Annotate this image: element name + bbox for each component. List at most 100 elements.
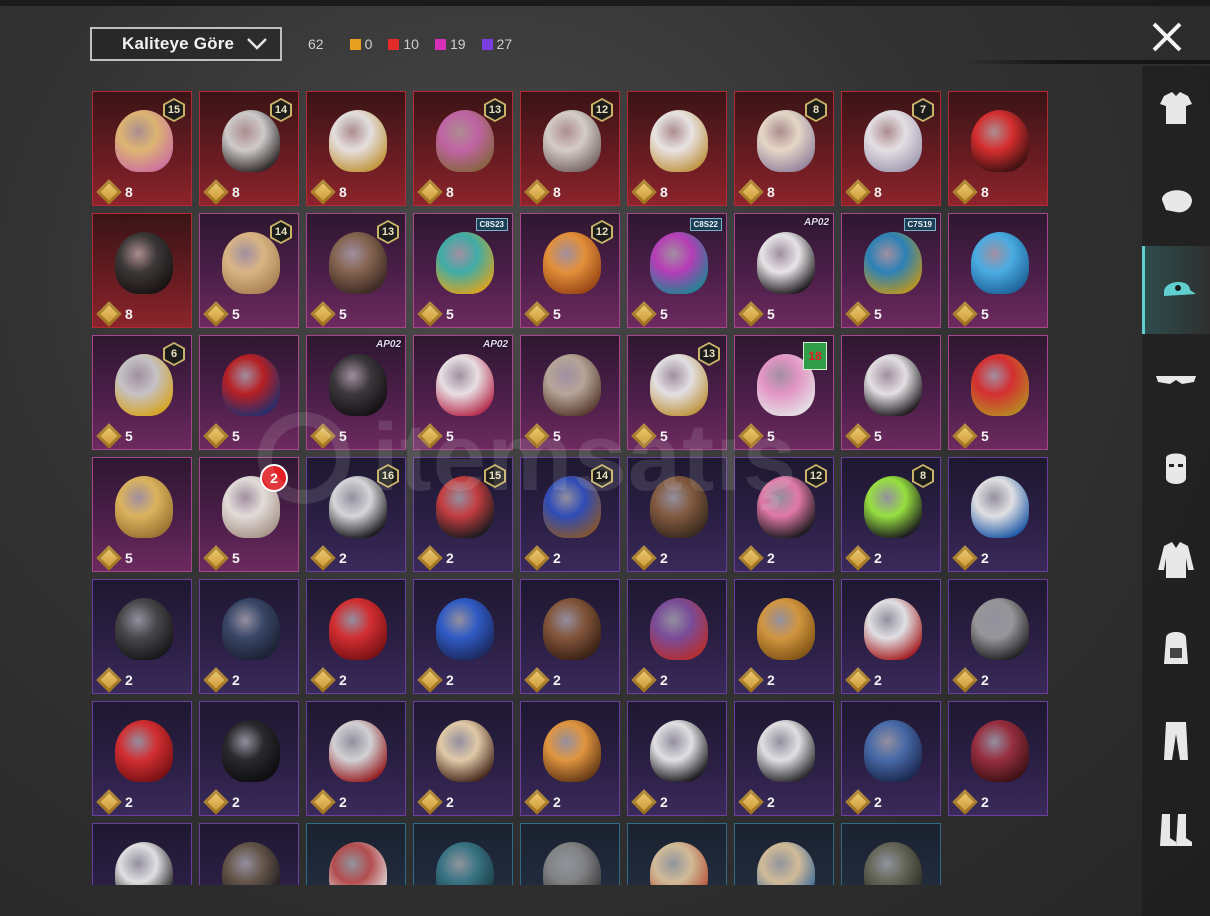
item-value-number: 8 (981, 184, 989, 200)
item-value: 2 (631, 789, 668, 815)
inventory-item[interactable] (413, 823, 513, 885)
inventory-item[interactable]: 14 5 (199, 213, 299, 328)
inventory-item[interactable] (627, 823, 727, 885)
inventory-item[interactable]: 8 (627, 91, 727, 206)
inventory-item[interactable] (92, 823, 192, 885)
inventory-item[interactable]: 5 (948, 213, 1048, 328)
item-value-number: 5 (232, 306, 240, 322)
inventory-item[interactable]: 18 5 (734, 335, 834, 450)
inventory-item[interactable]: 2 (199, 579, 299, 694)
item-value-number: 2 (339, 794, 347, 810)
inventory-item[interactable]: 5 (92, 457, 192, 572)
inventory-item[interactable]: 2 (948, 457, 1048, 572)
inventory-item[interactable]: 5 (948, 335, 1048, 450)
inventory-item[interactable]: 15 8 (92, 91, 192, 206)
item-value-number: 5 (125, 550, 133, 566)
inventory-item[interactable]: C7S19 5 (841, 213, 941, 328)
inventory-item[interactable]: 2 (306, 701, 406, 816)
inventory-item[interactable]: 14 8 (199, 91, 299, 206)
inventory-item[interactable]: 2 (841, 579, 941, 694)
sidebar-tab-mask[interactable] (1142, 426, 1210, 514)
bp-coin-icon (524, 667, 550, 693)
inventory-item[interactable]: 2 (413, 579, 513, 694)
inventory-item[interactable]: 88 (734, 91, 834, 206)
inventory-item[interactable]: 2 (92, 579, 192, 694)
inventory-item[interactable] (520, 823, 620, 885)
inventory-item[interactable]: 82 (841, 457, 941, 572)
sidebar-tab-cap[interactable] (1142, 246, 1210, 334)
sidebar-tab-boots[interactable] (1142, 786, 1210, 874)
wrestler-mask-icon (971, 598, 1029, 660)
inventory-item[interactable]: AP02 5 (734, 213, 834, 328)
inventory-item[interactable]: 15 2 (413, 457, 513, 572)
inventory-grid: 15 8 14 8 8 13 8 12 8 8 8 8 7 8 8 8 14 5 13 5 C8S23 5 12 5 C8S22… (92, 91, 1052, 885)
flower-hair-icon (222, 232, 280, 294)
inventory-item[interactable]: 2 (734, 701, 834, 816)
inventory-item[interactable] (306, 823, 406, 885)
inventory-item[interactable]: 5 (841, 335, 941, 450)
inventory-item[interactable]: 12 5 (520, 213, 620, 328)
inventory-item[interactable]: 2 (841, 701, 941, 816)
sidebar-tab-glasses[interactable] (1142, 336, 1210, 424)
item-value: 2 (524, 545, 561, 571)
inventory-item[interactable]: 5 (520, 335, 620, 450)
bp-coin-icon (417, 179, 443, 205)
inventory-item[interactable]: 16 2 (306, 457, 406, 572)
sort-dropdown[interactable]: Kaliteye Göre (90, 27, 282, 61)
inventory-item[interactable]: 2 (734, 579, 834, 694)
level-badge: 15 (484, 464, 506, 488)
item-value: 2 (524, 789, 561, 815)
item-value-number: 5 (553, 428, 561, 444)
item-value-number: 2 (981, 794, 989, 810)
bp-coin-icon (631, 545, 657, 571)
sidebar-tab-jacket[interactable] (1142, 516, 1210, 604)
inventory-item[interactable]: 8 (92, 213, 192, 328)
bp-coin-icon (524, 423, 550, 449)
inventory-item[interactable] (199, 823, 299, 885)
inventory-item[interactable]: 2 (92, 701, 192, 816)
inventory-item[interactable]: 78 (841, 91, 941, 206)
inventory-item[interactable]: 13 5 (306, 213, 406, 328)
inventory-item[interactable]: 2 (306, 579, 406, 694)
inventory-item[interactable]: 2 (948, 579, 1048, 694)
close-button[interactable] (1150, 20, 1184, 54)
inventory-item[interactable]: 2 (520, 701, 620, 816)
inventory-item[interactable]: AP02 5 (306, 335, 406, 450)
item-value: 5 (96, 545, 133, 571)
inventory-item[interactable]: 8 (306, 91, 406, 206)
inventory-item[interactable]: 2 (627, 579, 727, 694)
inventory-item[interactable]: 14 2 (520, 457, 620, 572)
inventory-item[interactable]: 2 (199, 701, 299, 816)
inventory-item[interactable]: 13 5 (627, 335, 727, 450)
inventory-item[interactable]: 25 (199, 457, 299, 572)
inventory-item[interactable]: C8S23 5 (413, 213, 513, 328)
level-badge-value: 13 (700, 344, 718, 364)
text-badge: AP02 (482, 339, 508, 350)
inventory-item[interactable] (841, 823, 941, 885)
inventory-item[interactable]: AP02 5 (413, 335, 513, 450)
inventory-item[interactable]: 2 (413, 701, 513, 816)
sidebar-tab-backpack[interactable] (1142, 606, 1210, 694)
inventory-item[interactable]: C8S22 5 (627, 213, 727, 328)
inventory-item[interactable]: 2 (948, 701, 1048, 816)
inventory-item[interactable]: 2 (520, 579, 620, 694)
item-value-number: 2 (446, 550, 454, 566)
item-value: 2 (631, 545, 668, 571)
inventory-item[interactable]: 13 8 (413, 91, 513, 206)
inventory-item[interactable]: 12 8 (520, 91, 620, 206)
inventory-item[interactable]: 2 (627, 701, 727, 816)
horned-white-hair-icon (329, 110, 387, 172)
inventory-item[interactable] (734, 823, 834, 885)
inventory-item[interactable]: 2 (627, 457, 727, 572)
item-value: 5 (310, 423, 347, 449)
sidebar-tab-face[interactable] (1142, 156, 1210, 244)
sidebar-tab-pants[interactable] (1142, 696, 1210, 784)
item-value-number: 5 (446, 428, 454, 444)
inventory-item[interactable]: 65 (92, 335, 192, 450)
inventory-item[interactable]: 5 (199, 335, 299, 450)
inventory-item[interactable]: 12 2 (734, 457, 834, 572)
item-value-number: 8 (446, 184, 454, 200)
sidebar-tab-outfit[interactable] (1142, 66, 1210, 154)
inventory-item[interactable]: 8 (948, 91, 1048, 206)
bp-coin-icon (417, 789, 443, 815)
